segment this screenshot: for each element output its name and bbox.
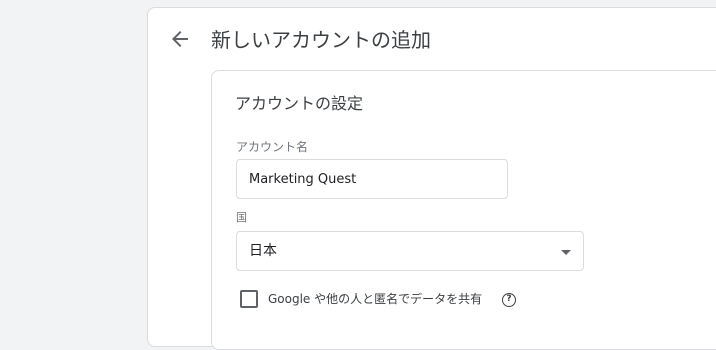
back-button[interactable] — [168, 27, 192, 51]
help-icon[interactable]: ? — [502, 293, 516, 307]
section-title: アカウントの設定 — [235, 94, 364, 113]
arrow-back-icon — [172, 31, 188, 47]
account-name-label: アカウント名 — [236, 140, 309, 154]
dropdown-arrow-icon — [561, 250, 571, 255]
page-title: 新しいアカウントの追加 — [211, 28, 431, 52]
account-name-input[interactable] — [236, 159, 508, 199]
share-data-checkbox[interactable] — [240, 290, 258, 308]
share-data-label: Google や他の人と匿名でデータを共有 — [268, 292, 483, 306]
country-label: 国 — [236, 211, 247, 224]
country-selected-value: 日本 — [249, 243, 277, 259]
country-select[interactable]: 日本 — [236, 231, 584, 271]
